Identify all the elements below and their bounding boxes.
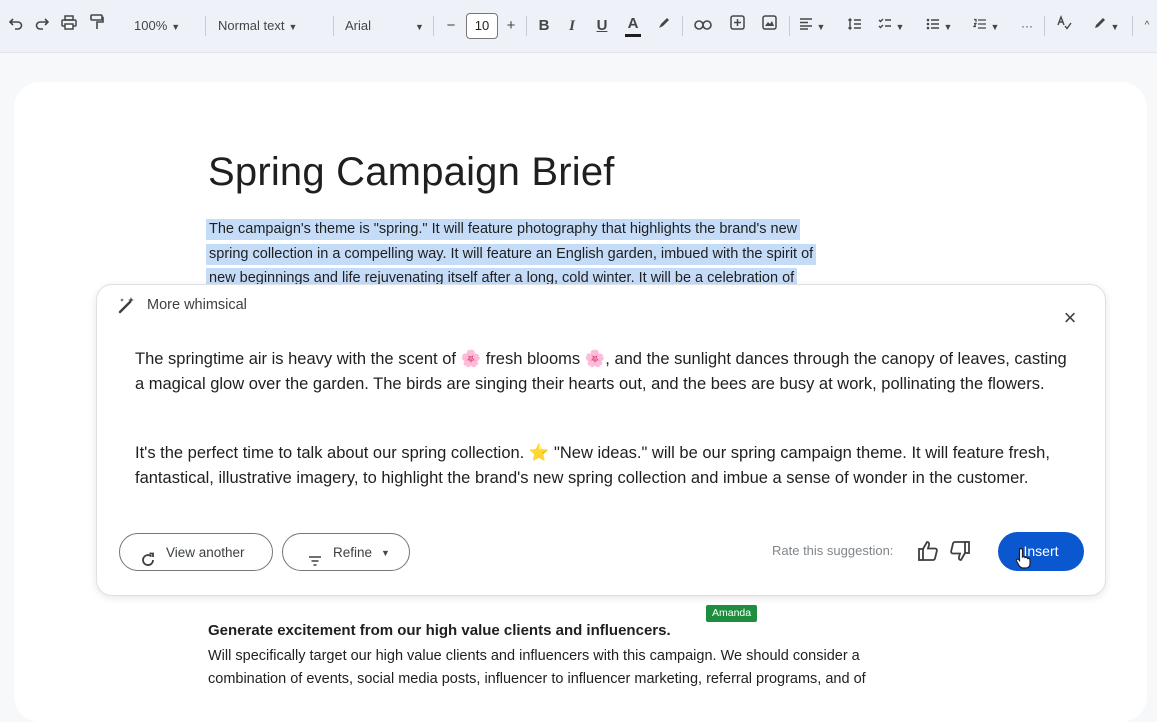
refine-label: Refine (333, 545, 373, 560)
bulleted-list-icon[interactable]: ▼ (923, 14, 955, 38)
suggestion-text: It's the perfect time to talk about our … (135, 444, 529, 462)
selected-text-line: spring collection in a compelling way. I… (206, 244, 817, 265)
close-icon[interactable]: × (1059, 307, 1081, 329)
suggestion-text: fresh blooms (481, 350, 585, 368)
zoom-value: 100% (134, 18, 168, 33)
ai-suggestion-card: More whimsical × The springtime air is h… (96, 284, 1106, 596)
decrease-font-size-button[interactable]: − (442, 14, 460, 38)
more-options-button[interactable]: ··· (1018, 14, 1036, 38)
toolbar-divider (205, 16, 206, 36)
font-size-input[interactable]: 10 (466, 13, 498, 39)
paint-format-icon[interactable] (86, 14, 108, 38)
align-left-icon[interactable]: ▼ (797, 14, 827, 38)
editor-toolbar: 100% ▼ Normal text ▼ Arial ▼ − 10 + B I U A… (0, 0, 1157, 53)
cherry-blossom-emoji: 🌸 (460, 350, 482, 368)
chevron-down-icon: ▼ (171, 22, 181, 32)
body-text-line: combination of events, social media post… (208, 671, 866, 687)
print-icon[interactable] (58, 14, 80, 38)
chevron-down-icon: ▼ (895, 22, 905, 32)
toolbar-divider (1044, 16, 1045, 36)
style-value: Normal text (218, 18, 285, 33)
chevron-down-icon: ▼ (415, 22, 424, 32)
toolbar-divider (1132, 16, 1133, 36)
toolbar-divider (333, 16, 334, 36)
collapse-toolbar-icon[interactable]: ^ (1140, 14, 1154, 38)
section-heading: Generate excitement from our high value … (208, 622, 671, 639)
insert-button[interactable]: Insert (998, 532, 1084, 571)
suggestion-tone-label: More whimsical (147, 297, 247, 313)
chevron-down-icon: ▼ (990, 22, 1000, 32)
zoom-select[interactable]: 100% ▼ (134, 14, 196, 38)
chevron-down-icon: ▼ (381, 548, 390, 558)
filter-icon (308, 545, 322, 583)
refresh-icon (140, 545, 156, 583)
font-value: Arial (345, 18, 372, 33)
style-select[interactable]: Normal text ▼ (218, 14, 328, 38)
chevron-down-icon: ▼ (1110, 22, 1120, 32)
hand-pointer-cursor-icon (1015, 547, 1033, 574)
italic-button[interactable]: I (564, 14, 580, 38)
chevron-down-icon: ▼ (816, 22, 826, 32)
insert-image-icon[interactable] (759, 14, 779, 38)
refine-button[interactable]: Refine ▼ (282, 533, 410, 571)
line-spacing-icon[interactable] (845, 14, 865, 38)
increase-font-size-button[interactable]: + (502, 14, 520, 38)
undo-icon[interactable] (6, 14, 26, 38)
toolbar-divider (789, 16, 790, 36)
view-another-label: View another (166, 545, 245, 560)
numbered-list-icon[interactable]: ▼ (970, 14, 1002, 38)
body-text-line: Will specifically target our high value … (208, 648, 860, 664)
toolbar-divider (526, 16, 527, 36)
editing-mode-icon[interactable]: ▼ (1088, 14, 1124, 38)
chevron-down-icon: ▼ (288, 22, 298, 32)
star-emoji: ⭐ (528, 444, 550, 462)
suggestion-paragraph: The springtime air is heavy with the sce… (135, 347, 1075, 397)
bold-button[interactable]: B (536, 14, 552, 38)
magic-wand-icon (117, 295, 137, 320)
rate-suggestion-label: Rate this suggestion: (772, 543, 894, 558)
text-color-button[interactable]: A (625, 14, 641, 37)
thumbs-up-icon[interactable] (917, 540, 939, 567)
font-select[interactable]: Arial ▼ (345, 14, 425, 38)
thumbs-down-icon[interactable] (949, 540, 971, 567)
redo-icon[interactable] (32, 14, 52, 38)
cherry-blossom-emoji: 🌸 (584, 350, 606, 368)
spellcheck-icon[interactable] (1054, 14, 1074, 38)
highlight-pen-icon[interactable] (655, 14, 673, 38)
insert-comment-icon[interactable] (727, 14, 747, 38)
document-title: Spring Campaign Brief (208, 150, 615, 194)
suggestion-text: The springtime air is heavy with the sce… (135, 350, 461, 368)
checklist-icon[interactable]: ▼ (875, 14, 907, 38)
view-another-button[interactable]: View another (119, 533, 273, 571)
selected-text-line: The campaign's theme is "spring." It wil… (206, 219, 801, 240)
underline-button[interactable]: U (594, 14, 610, 38)
collaborator-cursor-label: Amanda (706, 605, 758, 622)
suggestion-paragraph: It's the perfect time to talk about our … (135, 441, 1075, 491)
chevron-down-icon: ▼ (943, 22, 953, 32)
toolbar-divider (433, 16, 434, 36)
toolbar-divider (682, 16, 683, 36)
link-icon[interactable] (692, 14, 714, 38)
